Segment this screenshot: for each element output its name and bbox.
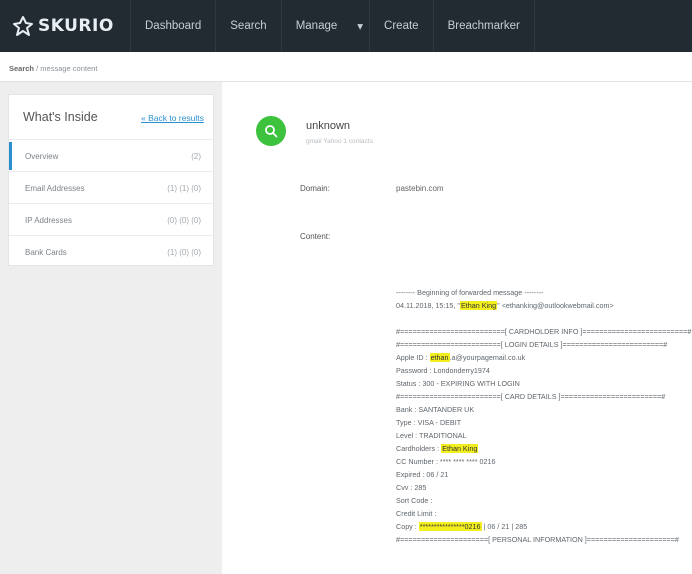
content-text: 04.11.2018, 15:15, " bbox=[396, 301, 460, 310]
sender-avatar bbox=[256, 116, 286, 146]
sidebar-item-label: Bank Cards bbox=[25, 248, 67, 257]
nav-create[interactable]: Create bbox=[370, 0, 433, 52]
content-text: Bank : SANTANDER UK bbox=[396, 405, 475, 414]
sidebar-item-count: (1) (1) (0) bbox=[167, 184, 201, 193]
content-text: Sort Code : bbox=[396, 496, 433, 505]
back-to-results-link[interactable]: « Back to results bbox=[141, 113, 204, 123]
content-text: Copy : bbox=[396, 522, 419, 531]
content-line: CC Number : **** **** **** 0216 bbox=[396, 455, 686, 468]
breadcrumb-current: / message content bbox=[34, 64, 98, 73]
content-line: #========================[ LOGIN DETAILS… bbox=[396, 338, 686, 351]
sender-name: unknown bbox=[306, 120, 351, 132]
nav-dashboard[interactable]: Dashboard bbox=[131, 0, 215, 52]
nav-divider bbox=[533, 0, 535, 52]
nav-manage[interactable]: Manage bbox=[282, 0, 352, 52]
sidebar-item-count: (1) (0) (0) bbox=[167, 248, 201, 257]
content-text: #=========================[ CARDHOLDER I… bbox=[396, 327, 692, 336]
content-line: Bank : SANTANDER UK bbox=[396, 403, 686, 416]
sidebar-item-label: IP Addresses bbox=[25, 216, 72, 225]
sidebar-item-label: Email Addresses bbox=[25, 184, 85, 193]
breadcrumb: Search / message content bbox=[0, 52, 692, 82]
content-line: Status : 300 - EXPIRING WITH LOGIN bbox=[396, 377, 686, 390]
left-column: What's Inside « Back to results Overview… bbox=[0, 82, 222, 574]
breadcrumb-search-link[interactable]: Search bbox=[9, 64, 34, 73]
content-text: #========================[ LOGIN DETAILS… bbox=[396, 340, 668, 349]
nav-manage-caret-icon[interactable]: ▾ bbox=[351, 0, 369, 52]
content-text: Cvv : 285 bbox=[396, 483, 427, 492]
content-text: Password : Londonderry1974 bbox=[396, 366, 490, 375]
content-text: Level : TRADITIONAL bbox=[396, 431, 467, 440]
content-line: Apple ID : ethan.a@yourpagemail.co.uk bbox=[396, 351, 686, 364]
content-line: Cardholders : Ethan King bbox=[396, 442, 686, 455]
sidebar-item-count: (2) bbox=[191, 152, 201, 161]
content-text: | 06 / 21 | 285 bbox=[481, 522, 528, 531]
sidebar-item-overview[interactable]: Overview (2) bbox=[9, 139, 213, 171]
content-text: #=====================[ PERSONAL INFORMA… bbox=[396, 535, 679, 544]
nav-breachmarker[interactable]: Breachmarker bbox=[434, 0, 534, 52]
content-line: Type : VISA - DEBIT bbox=[396, 416, 686, 429]
content-text: .a@yourpagemail.co.uk bbox=[449, 353, 526, 362]
highlighted-match: ethan bbox=[429, 353, 450, 362]
content-line: Password : Londonderry1974 bbox=[396, 364, 686, 377]
content-line: #========================[ CARD DETAILS … bbox=[396, 390, 686, 403]
message-content: -------- Beginning of forwarded message … bbox=[396, 286, 691, 546]
message-detail: unknown gmail Yahoo 1 contacts Domain: p… bbox=[222, 82, 692, 574]
search-icon bbox=[265, 125, 278, 138]
content-text: Cardholders : bbox=[396, 444, 442, 453]
content-text: CC Number : **** **** **** 0216 bbox=[396, 457, 496, 466]
content-line: Expired : 06 / 21 bbox=[396, 468, 686, 481]
highlighted-match: ****************0216 bbox=[418, 522, 482, 531]
whats-inside-panel: What's Inside « Back to results Overview… bbox=[8, 94, 214, 266]
content-line: Sort Code : bbox=[396, 494, 686, 507]
panel-title: What's Inside bbox=[23, 110, 98, 124]
content-line: -------- Beginning of forwarded message … bbox=[396, 286, 686, 299]
sidebar-item-label: Overview bbox=[25, 152, 59, 161]
nav-search[interactable]: Search bbox=[216, 0, 280, 52]
domain-value[interactable]: pastebin.com bbox=[396, 184, 444, 193]
content-text: Apple ID : bbox=[396, 353, 430, 362]
content-text: Credit Limit : bbox=[396, 509, 437, 518]
content-line: Level : TRADITIONAL bbox=[396, 429, 686, 442]
sidebar-item-count: (0) (0) (0) bbox=[167, 216, 201, 225]
brand-logo-icon bbox=[13, 16, 33, 36]
content-line bbox=[396, 312, 686, 325]
domain-label: Domain: bbox=[300, 184, 330, 193]
content-line: Cvv : 285 bbox=[396, 481, 686, 494]
content-text: #========================[ CARD DETAILS … bbox=[396, 392, 666, 401]
brand-name: SKURIO bbox=[38, 16, 114, 36]
content-line: Credit Limit : bbox=[396, 507, 686, 520]
content-line: #=========================[ CARDHOLDER I… bbox=[396, 325, 691, 338]
sidebar-item-email-addresses[interactable]: Email Addresses (1) (1) (0) bbox=[9, 171, 213, 203]
content-label: Content: bbox=[300, 232, 331, 241]
content-line: 04.11.2018, 15:15, "Ethan King" <ethanki… bbox=[396, 299, 686, 312]
sidebar-item-bank-cards[interactable]: Bank Cards (1) (0) (0) bbox=[9, 235, 213, 267]
brand-logo[interactable]: SKURIO bbox=[12, 15, 130, 37]
content-text: Type : VISA - DEBIT bbox=[396, 418, 462, 427]
content-text: " <ethanking@outlookwebmail.com> bbox=[497, 301, 614, 310]
content-line: Copy : ****************0216 | 06 / 21 | … bbox=[396, 520, 686, 533]
content-text: Expired : 06 / 21 bbox=[396, 470, 449, 479]
sender-subtitle: gmail Yahoo 1 contacts bbox=[306, 138, 373, 145]
highlighted-match: Ethan King bbox=[459, 301, 498, 310]
content-line: #=====================[ PERSONAL INFORMA… bbox=[396, 533, 686, 546]
sidebar-item-ip-addresses[interactable]: IP Addresses (0) (0) (0) bbox=[9, 203, 213, 235]
content-text: Status : 300 - EXPIRING WITH LOGIN bbox=[396, 379, 520, 388]
top-navigation-bar: SKURIO Dashboard Search Manage ▾ Create … bbox=[0, 0, 692, 52]
content-text: -------- Beginning of forwarded message … bbox=[396, 288, 544, 297]
highlighted-match: Ethan King bbox=[441, 444, 479, 453]
